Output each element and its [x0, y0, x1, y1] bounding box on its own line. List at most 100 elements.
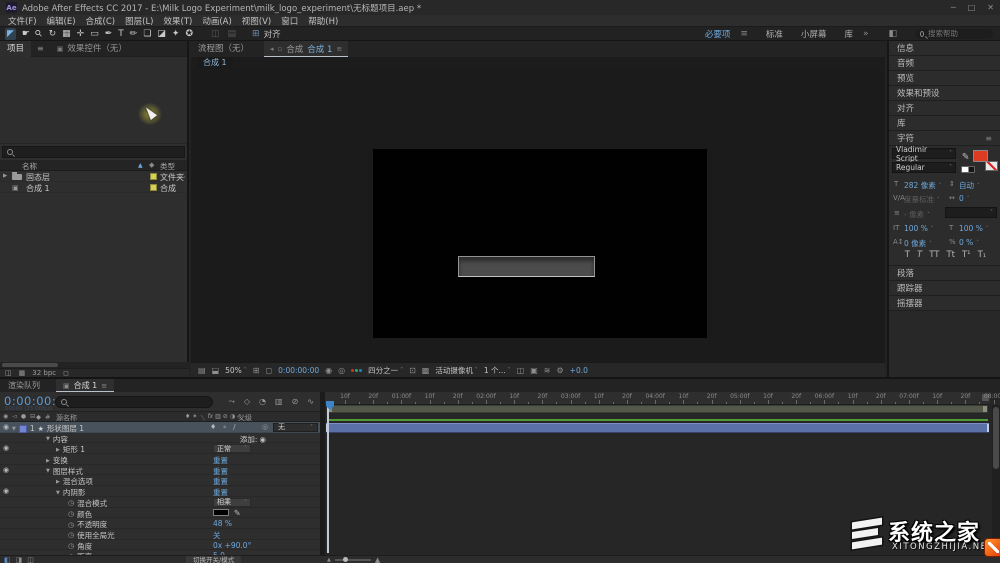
- property-row[interactable]: ◷颜色✐: [0, 508, 320, 519]
- zoom-out-icon[interactable]: ▲: [327, 557, 331, 563]
- always-preview-icon[interactable]: ▤: [198, 366, 206, 375]
- fast-previews-icon[interactable]: ▣: [530, 366, 538, 375]
- panel-header-2[interactable]: 预览: [889, 71, 1000, 86]
- primary-viewer-icon[interactable]: ⬓: [212, 366, 220, 375]
- eraser-tool[interactable]: ◪: [157, 28, 166, 40]
- faux-style-button[interactable]: T¹: [962, 250, 971, 263]
- frame-blending-icon[interactable]: ▥: [275, 397, 283, 407]
- timeline-zoom-slider[interactable]: ▲ ▲: [327, 556, 380, 563]
- layer-row[interactable]: ◉▼1★形状图层 1♦ ∘ /◎无˅: [0, 422, 320, 433]
- type-tool[interactable]: T: [118, 28, 124, 40]
- navigator-comp-label[interactable]: 合成 1: [197, 57, 233, 69]
- menu-item[interactable]: 窗口: [281, 15, 298, 27]
- panel-header-0[interactable]: 信息: [889, 41, 1000, 56]
- roto-brush-tool[interactable]: ✦: [172, 28, 180, 40]
- project-search-box[interactable]: [2, 146, 185, 158]
- property-row[interactable]: ▼内容添加:◉: [0, 433, 320, 444]
- property-row[interactable]: ▶变换重置: [0, 454, 320, 465]
- tab-composition[interactable]: ◂ ▫ 合成 合成 1 ≡: [264, 41, 348, 57]
- menu-item[interactable]: 帮助(H): [308, 15, 338, 27]
- property-row[interactable]: ◉▼图层样式重置: [0, 465, 320, 476]
- baseline-shift-value[interactable]: 0 像素˅: [904, 238, 932, 249]
- workspace-overflow-icon[interactable]: »: [863, 29, 869, 39]
- graph-editor-icon[interactable]: ∿: [307, 397, 314, 407]
- panel-header-1[interactable]: 音频: [889, 56, 1000, 71]
- time-ruler[interactable]: 10f20f01:00f10f20f02:00f10f20f03:00f10f2…: [325, 392, 990, 405]
- puppet-pin-tool[interactable]: ✪: [185, 28, 193, 40]
- snapshot-icon[interactable]: ◉: [325, 366, 332, 375]
- work-area-bar[interactable]: [327, 405, 988, 413]
- faux-style-button[interactable]: TT: [929, 250, 939, 263]
- panel-menu-icon[interactable]: ≡: [985, 134, 992, 143]
- property-row[interactable]: ◷混合模式相乘˅: [0, 497, 320, 508]
- brush-tool[interactable]: ✏: [130, 28, 138, 40]
- pixel-aspect-icon[interactable]: ◫: [517, 366, 525, 375]
- tsume-value[interactable]: 0 %˅: [959, 238, 979, 247]
- font-family-dropdown[interactable]: Vladimir Script ˅: [892, 148, 956, 159]
- footer-icon[interactable]: ◻: [63, 369, 69, 377]
- mask-visibility-icon[interactable]: ◻: [266, 366, 273, 375]
- hand-tool[interactable]: ☛: [22, 28, 30, 40]
- property-row[interactable]: ◉▶矩形 1正常˅: [0, 443, 320, 454]
- default-fill-stroke-icon[interactable]: [961, 166, 975, 173]
- composition-viewer[interactable]: [191, 69, 885, 362]
- fill-color-swatch[interactable]: [973, 150, 988, 162]
- faux-style-button[interactable]: Tt: [946, 250, 955, 263]
- parent-dropdown[interactable]: 无˅: [273, 423, 318, 432]
- twirl-icon[interactable]: ▶: [56, 447, 60, 453]
- blend-mode-dropdown[interactable]: 相乘˅: [213, 498, 251, 507]
- item-name[interactable]: 合成 1: [26, 183, 50, 194]
- label-column-icon[interactable]: ◆: [149, 161, 154, 169]
- tab-effect-controls[interactable]: ▣ 效果控件（无）: [50, 41, 134, 57]
- selection-tool[interactable]: ◤: [5, 28, 16, 40]
- tracking-value[interactable]: 0˅: [959, 194, 970, 203]
- label-color-chip[interactable]: [150, 184, 157, 191]
- clone-stamp-tool[interactable]: ❏: [143, 28, 151, 40]
- current-time-indicator[interactable]: [327, 401, 329, 553]
- motion-blur-icon[interactable]: ⊘: [292, 397, 299, 407]
- stopwatch-icon[interactable]: ◷: [68, 499, 74, 507]
- unified-camera-tool[interactable]: ▦: [62, 28, 71, 40]
- tab-flowchart[interactable]: 流程图（无）: [191, 41, 256, 57]
- zoom-in-icon[interactable]: ▲: [375, 556, 380, 563]
- eyedropper-icon[interactable]: ✐: [232, 509, 241, 516]
- leading-value[interactable]: 自动˅: [959, 180, 980, 191]
- stopwatch-icon[interactable]: ◷: [68, 531, 74, 539]
- stopwatch-icon[interactable]: ◷: [68, 510, 74, 518]
- workspace-item[interactable]: 库: [844, 28, 853, 40]
- layer-label-chip[interactable]: [19, 425, 27, 433]
- layer-duration-bar[interactable]: [326, 423, 989, 433]
- help-search-box[interactable]: [915, 29, 993, 39]
- footer-icon[interactable]: ◫: [5, 369, 12, 377]
- timeline-search-box[interactable]: [55, 396, 213, 408]
- pane-toggle-icon[interactable]: ◧: [4, 556, 11, 563]
- property-value[interactable]: 48 %: [213, 519, 232, 528]
- project-item-row[interactable]: ▣合成 1合成: [0, 182, 187, 193]
- show-channels-icon[interactable]: [351, 369, 362, 372]
- label-color-chip[interactable]: [150, 173, 157, 180]
- workspace-item[interactable]: 必要项: [705, 28, 731, 40]
- zoom-tool[interactable]: ⚲: [33, 27, 46, 40]
- faux-style-button[interactable]: T: [905, 250, 910, 263]
- project-columns-header[interactable]: 名称 ▲ ◆ 类型: [0, 160, 187, 171]
- viewer-lock-icon[interactable]: ▫: [278, 45, 283, 53]
- zoom-slider-knob[interactable]: [343, 557, 348, 562]
- panel-header-4[interactable]: 对齐: [889, 101, 1000, 116]
- maximize-button[interactable]: □: [968, 3, 976, 12]
- draft-3d-icon[interactable]: ◇: [244, 397, 250, 407]
- menu-item[interactable]: 编辑(E): [47, 15, 76, 27]
- panel-menu-icon[interactable]: ≡: [336, 45, 342, 53]
- pen-tool[interactable]: ✒: [105, 28, 113, 40]
- twirl-icon[interactable]: ▼: [46, 436, 50, 442]
- panel-header-bottom-1[interactable]: 跟踪器: [889, 281, 1000, 296]
- preview-timecode[interactable]: 0:00:00:00: [278, 366, 319, 375]
- eyedropper-icon[interactable]: ✐: [959, 152, 969, 160]
- show-snapshot-icon[interactable]: ◎: [338, 366, 345, 375]
- magnification-dropdown[interactable]: 50%˅: [225, 366, 247, 375]
- pane-toggle-icon[interactable]: ◫: [27, 556, 34, 563]
- twirl-icon[interactable]: ▼: [46, 468, 50, 474]
- tab-project[interactable]: 项目: [0, 41, 31, 57]
- transparency-grid-icon[interactable]: ▩: [422, 366, 430, 375]
- blend-mode-dropdown[interactable]: 正常˅: [213, 444, 251, 453]
- property-value[interactable]: 0x +90.0°: [213, 541, 251, 550]
